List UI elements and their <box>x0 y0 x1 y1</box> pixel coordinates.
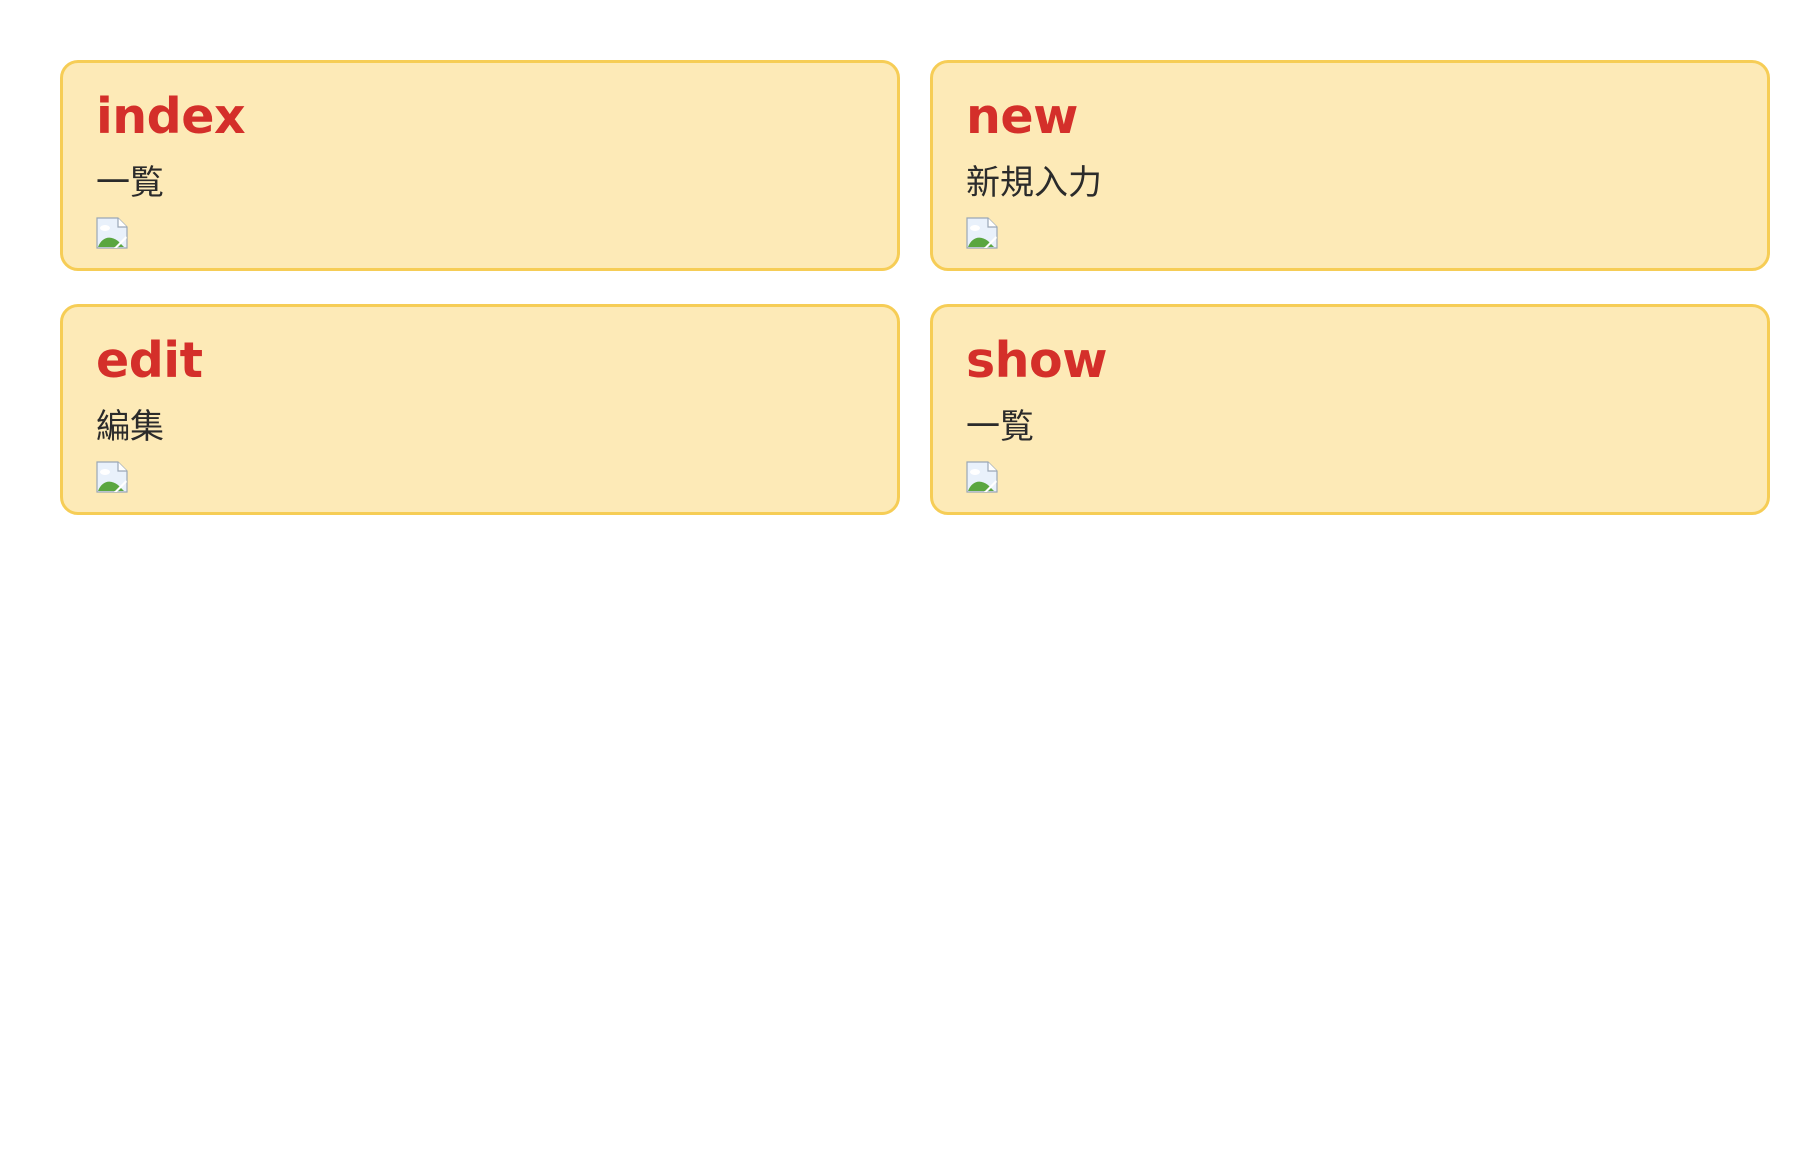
broken-image-icon[interactable] <box>96 217 128 249</box>
card-new[interactable]: new 新規入力 <box>930 60 1770 271</box>
card-show[interactable]: show 一覧 <box>930 304 1770 515</box>
card-title: show <box>966 332 1107 389</box>
card-title: new <box>966 88 1078 145</box>
card-subtitle: 一覧 <box>96 163 164 203</box>
card-index[interactable]: index 一覧 <box>60 60 900 271</box>
card-edit[interactable]: edit 編集 <box>60 304 900 515</box>
broken-image-icon[interactable] <box>966 461 998 493</box>
card-subtitle: 編集 <box>96 407 164 447</box>
card-grid: index 一覧 new 新規入力 edit 編集 show 一覧 <box>60 60 1770 515</box>
card-subtitle: 新規入力 <box>966 163 1102 203</box>
card-title: edit <box>96 332 203 389</box>
card-title: index <box>96 88 246 145</box>
broken-image-icon[interactable] <box>96 461 128 493</box>
card-subtitle: 一覧 <box>966 407 1034 447</box>
broken-image-icon[interactable] <box>966 217 998 249</box>
